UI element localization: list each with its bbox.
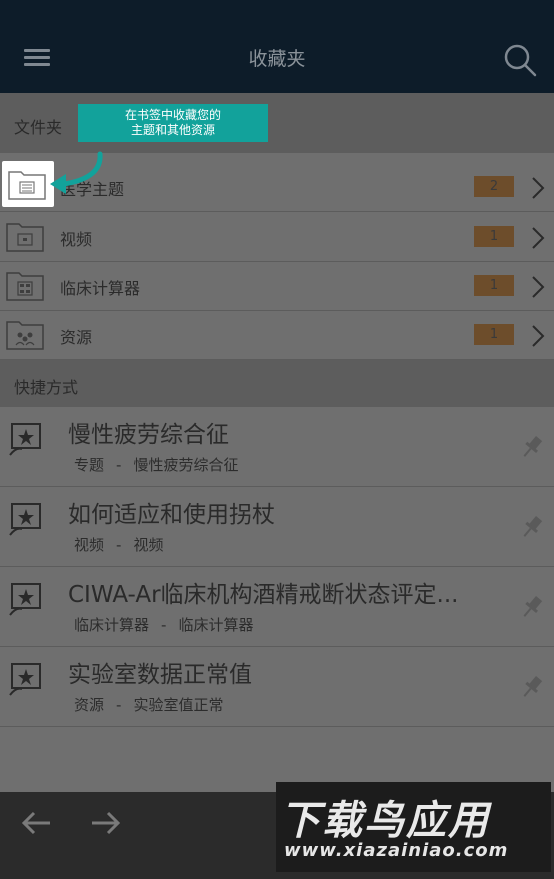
top-app-bar: 收藏夹 (0, 0, 554, 93)
onboarding-tooltip[interactable]: 在书签中收藏您的 主题和其他资源 (78, 104, 268, 142)
chevron-right-icon (532, 276, 545, 298)
shortcut-subtitle: 资源 - 实验室值正常 (74, 694, 223, 715)
tooltip-line-1: 在书签中收藏您的 (124, 108, 221, 122)
separator: - (116, 456, 122, 474)
separator: - (161, 616, 167, 634)
shortcut-title: 如何适应和使用拐杖 (68, 502, 275, 528)
pin-icon[interactable] (518, 433, 546, 461)
shortcut-title: 实验室数据正常值 (68, 662, 252, 688)
folder-calculator-icon (6, 272, 44, 301)
back-arrow-icon[interactable] (16, 808, 56, 838)
chevron-right-icon (532, 177, 545, 199)
tooltip-line-2: 主题和其他资源 (130, 123, 215, 137)
watermark-logo: 下载鸟应用 www.xiazainiao.com (276, 782, 551, 872)
watermark-text: 下载鸟应用 (280, 798, 490, 844)
shortcut-title: 慢性疲劳综合征 (68, 422, 229, 448)
pin-icon[interactable] (518, 593, 546, 621)
search-icon[interactable] (500, 40, 540, 80)
shortcut-title: CIWA-Ar临床机构酒精戒断状态评定... (68, 582, 459, 608)
pin-icon[interactable] (518, 673, 546, 701)
bookmark-star-icon (9, 583, 41, 616)
chevron-right-icon (532, 325, 545, 347)
count-badge: 1 (474, 275, 514, 296)
shortcut-type: 专题 (74, 456, 105, 474)
folder-document-icon (8, 171, 46, 200)
shortcut-type: 视频 (74, 536, 105, 554)
bookmark-star-icon (9, 503, 41, 536)
pin-icon[interactable] (518, 513, 546, 541)
shortcuts-section-header: 快捷方式 (0, 360, 554, 407)
page-title: 收藏夹 (248, 48, 306, 70)
folder-video-icon (6, 223, 44, 252)
shortcut-source: 实验室值正常 (133, 696, 224, 714)
count-badge: 2 (474, 176, 514, 197)
shortcut-source: 视频 (133, 536, 164, 554)
shortcut-subtitle: 专题 - 慢性疲劳综合征 (74, 454, 238, 475)
watermark-url: www.xiazainiao.com (284, 840, 509, 861)
tooltip-arrow-icon (50, 151, 103, 194)
separator: - (116, 536, 122, 554)
folder-row-resources[interactable]: 资源 1 (0, 311, 554, 360)
folder-label: 视频 (60, 230, 93, 249)
folder-label: 资源 (60, 328, 93, 347)
bookmark-star-icon (9, 423, 41, 456)
bookmark-star-icon (9, 663, 41, 696)
shortcut-type: 资源 (74, 696, 105, 714)
shortcut-item[interactable]: CIWA-Ar临床机构酒精戒断状态评定... 临床计算器 - 临床计算器 (0, 567, 554, 647)
folder-row-videos[interactable]: 视频 1 (0, 213, 554, 262)
count-badge: 1 (474, 324, 514, 345)
shortcut-subtitle: 视频 - 视频 (74, 534, 163, 555)
shortcut-source: 临床计算器 (178, 616, 254, 634)
shortcut-type: 临床计算器 (74, 616, 150, 634)
count-badge: 1 (474, 226, 514, 247)
shortcut-item[interactable]: 如何适应和使用拐杖 视频 - 视频 (0, 487, 554, 567)
folder-resources-icon (6, 321, 44, 350)
folder-row-calculators[interactable]: 临床计算器 1 (0, 262, 554, 311)
shortcut-subtitle: 临床计算器 - 临床计算器 (74, 614, 253, 635)
shortcut-item[interactable]: 慢性疲劳综合征 专题 - 慢性疲劳综合征 (0, 407, 554, 487)
folders-section-label: 文件夹 (14, 118, 63, 137)
shortcut-item[interactable]: 实验室数据正常值 资源 - 实验室值正常 (0, 647, 554, 727)
chevron-right-icon (532, 227, 545, 249)
forward-arrow-icon[interactable] (86, 808, 126, 838)
shortcuts-section-label: 快捷方式 (14, 378, 79, 397)
shortcut-source: 慢性疲劳综合征 (133, 456, 239, 474)
folder-label: 临床计算器 (60, 279, 141, 298)
separator: - (116, 696, 122, 714)
